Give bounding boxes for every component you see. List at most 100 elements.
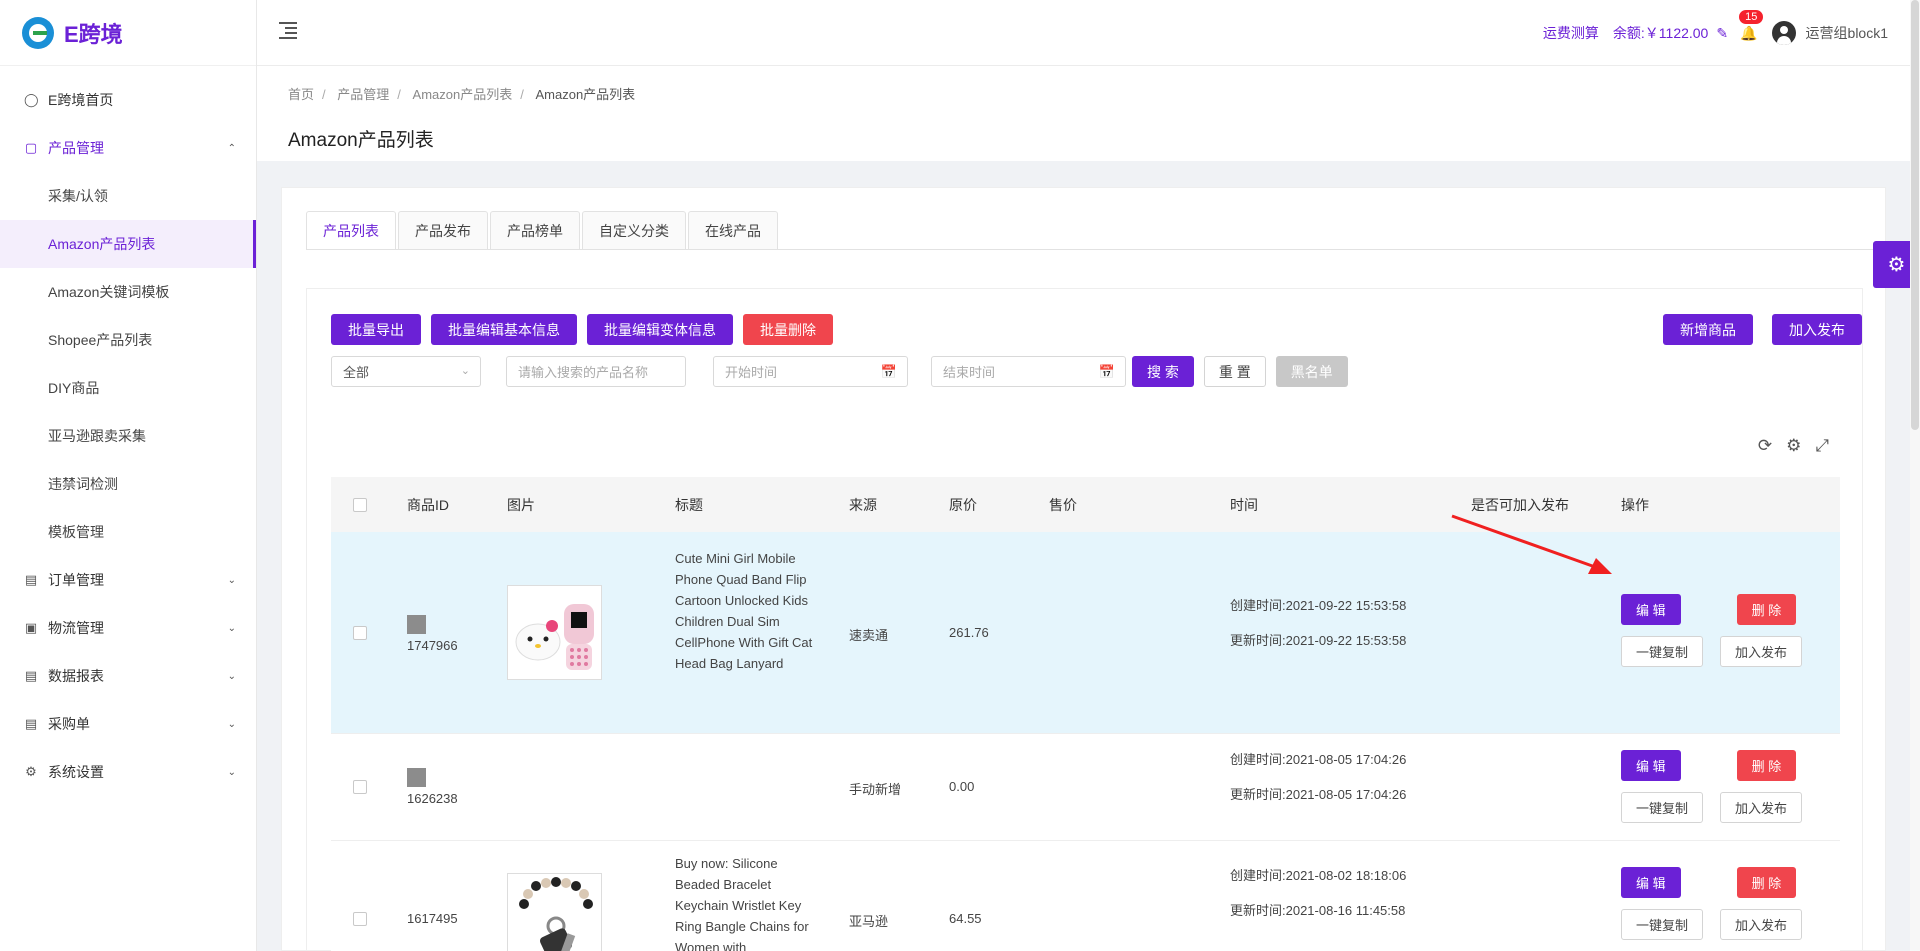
sidebar-item-orders[interactable]: ▤ 订单管理 ⌄ [0, 556, 256, 604]
original-price: 64.55 [949, 911, 982, 926]
add-publish-button[interactable]: 加入发布 [1772, 314, 1862, 345]
sku-color-swatch [407, 768, 426, 787]
actions-cell: 编 辑 删 除 一键复制 加入发布 [1621, 750, 1803, 823]
product-id-cell: 1747966 [407, 615, 458, 653]
row-checkbox[interactable] [353, 626, 367, 640]
select-all-checkbox[interactable] [353, 497, 367, 512]
add-publish-row-button[interactable]: 加入发布 [1720, 636, 1803, 667]
breadcrumb-amazon-list[interactable]: Amazon产品列表 [413, 87, 513, 102]
product-image[interactable] [507, 585, 602, 680]
tab-custom-category[interactable]: 自定义分类 [582, 211, 686, 249]
tab-online-products[interactable]: 在线产品 [688, 211, 778, 249]
add-publish-row-button[interactable]: 加入发布 [1720, 909, 1803, 940]
sidebar-subitem-label: Amazon关键词模板 [48, 284, 170, 300]
reset-button[interactable]: 重 置 [1203, 356, 1266, 387]
sidebar-item-label: 数据报表 [48, 668, 104, 684]
col-time: 时间 [1230, 496, 1258, 513]
fullscreen-icon[interactable]: ⤢ [1815, 436, 1829, 456]
product-image[interactable] [507, 873, 602, 951]
breadcrumb-home[interactable]: 首页 [288, 87, 314, 102]
avatar[interactable] [1771, 21, 1796, 45]
start-time-input[interactable]: 开始时间 📅 [713, 356, 908, 387]
actions-cell: 编 辑 删 除 一键复制 加入发布 [1621, 594, 1803, 667]
batch-export-button[interactable]: 批量导出 [331, 314, 421, 345]
logo[interactable]: E跨境 [0, 0, 256, 66]
sidebar-item-label: 产品管理 [48, 140, 104, 156]
scrollbar-thumb[interactable] [1911, 0, 1919, 430]
delete-button[interactable]: 删 除 [1736, 867, 1797, 898]
sidebar-item-reports[interactable]: ▤ 数据报表 ⌄ [0, 652, 256, 700]
one-click-copy-button[interactable]: 一键复制 [1621, 792, 1704, 823]
batch-edit-basic-button[interactable]: 批量编辑基本信息 [431, 314, 577, 345]
batch-edit-variant-button[interactable]: 批量编辑变体信息 [587, 314, 733, 345]
username[interactable]: 运营组block1 [1806, 23, 1888, 43]
refresh-icon[interactable]: ⟳ [1758, 436, 1772, 456]
cost-calc-link[interactable]: 运费测算 [1543, 23, 1599, 43]
logo-text: E跨境 [64, 21, 123, 47]
edit-pen-icon[interactable]: ✎ [1716, 25, 1728, 42]
blacklist-button[interactable]: 黑名单 [1275, 356, 1348, 387]
table-header: 商品ID 图片 标题 来源 原价 售价 时间 是否可加入发布 操作 [331, 477, 1840, 532]
page-scrollbar[interactable] [1910, 0, 1920, 951]
product-source: 亚马逊 [849, 914, 889, 929]
notification-badge: 15 [1738, 8, 1765, 25]
end-time-input[interactable]: 结束时间 📅 [931, 356, 1126, 387]
breadcrumb-product-management[interactable]: 产品管理 [337, 87, 389, 102]
product-search-input[interactable]: 请输入搜索的产品名称 [506, 356, 686, 387]
edit-button[interactable]: 编 辑 [1621, 867, 1681, 898]
sidebar-subitem-diy[interactable]: DIY商品 [0, 364, 256, 412]
col-can-publish: 是否可加入发布 [1471, 496, 1569, 513]
sidebar-item-label: 订单管理 [48, 572, 104, 588]
column-settings-icon[interactable]: ⚙ [1786, 436, 1801, 456]
product-list-panel: 批量导出 批量编辑基本信息 批量编辑变体信息 批量删除 新增商品 加入发布 全部… [306, 288, 1863, 951]
row-checkbox[interactable] [353, 780, 367, 794]
one-click-copy-button[interactable]: 一键复制 [1621, 909, 1704, 940]
table-row: 1617495 Buy now: Silicone Beaded Bracele… [331, 841, 1840, 951]
notification-bell[interactable]: 🔔 15 [1738, 8, 1765, 42]
tab-product-list[interactable]: 产品列表 [306, 211, 396, 249]
sidebar-subitem-amazon-follow[interactable]: 亚马逊跟卖采集 [0, 412, 256, 460]
sidebar-item-settings[interactable]: ⚙ 系统设置 ⌄ [0, 748, 256, 796]
sidebar-subitem-amazon-keyword-templates[interactable]: Amazon关键词模板 [0, 268, 256, 316]
batch-delete-button[interactable]: 批量删除 [743, 314, 833, 345]
filter-bar: 全部 ⌄ 请输入搜索的产品名称 开始时间 📅 结束时间 📅 搜 索 重 置 黑名… [331, 356, 1348, 387]
sidebar-item-label: 系统设置 [48, 764, 104, 780]
chevron-down-icon: ⌄ [227, 718, 236, 730]
status-select-value: 全部 [343, 365, 370, 380]
status-select[interactable]: 全部 ⌄ [331, 356, 481, 387]
add-product-button[interactable]: 新增商品 [1663, 314, 1753, 345]
sidebar-subitem-templates[interactable]: 模板管理 [0, 508, 256, 556]
sidebar-item-home[interactable]: ◯ E跨境首页 [0, 76, 256, 124]
col-original-price: 原价 [949, 496, 977, 513]
row-checkbox[interactable] [353, 912, 367, 926]
product-id: 1626238 [407, 791, 458, 806]
one-click-copy-button[interactable]: 一键复制 [1621, 636, 1704, 667]
calendar-icon: 📅 [880, 364, 897, 379]
search-button[interactable]: 搜 索 [1132, 356, 1194, 387]
content-card: 产品列表 产品发布 产品榜单 自定义分类 在线产品 批量导出 批量编辑基本信息 … [281, 187, 1886, 951]
product-title: Buy now: Silicone Beaded Bracelet Keycha… [675, 856, 809, 951]
sidebar-item-product-management[interactable]: ▢ 产品管理 ⌃ [0, 124, 256, 172]
product-source: 速卖通 [849, 628, 889, 643]
menu-fold-icon[interactable] [279, 22, 297, 39]
gear-icon: ⚙ [25, 764, 37, 779]
sidebar-subitem-collect[interactable]: 采集/认领 [0, 172, 256, 220]
top-header: 运费测算 余额:￥1122.00 ✎ 🔔 15 运营组block1 [257, 0, 1920, 66]
edit-button[interactable]: 编 辑 [1621, 750, 1681, 781]
sidebar-subitem-amazon-products[interactable]: Amazon产品列表 [0, 220, 256, 268]
sidebar-item-logistics[interactable]: ▣ 物流管理 ⌄ [0, 604, 256, 652]
truck-icon: ▣ [24, 620, 38, 635]
sidebar-item-purchase[interactable]: ▤ 采购单 ⌄ [0, 700, 256, 748]
delete-button[interactable]: 删 除 [1736, 594, 1797, 625]
sidebar-subitem-shopee-products[interactable]: Shopee产品列表 [0, 316, 256, 364]
bell-icon: 🔔 [1740, 24, 1758, 41]
sidebar-subitem-prohibited-words[interactable]: 违禁词检测 [0, 460, 256, 508]
toolbar-right: 新增商品 加入发布 [1644, 314, 1862, 345]
add-publish-row-button[interactable]: 加入发布 [1720, 792, 1803, 823]
edit-button[interactable]: 编 辑 [1621, 594, 1681, 625]
breadcrumb: 首页 / 产品管理 / Amazon产品列表 / Amazon产品列表 [288, 87, 636, 102]
tab-divider [306, 249, 1885, 250]
tab-product-publish[interactable]: 产品发布 [398, 211, 488, 249]
delete-button[interactable]: 删 除 [1736, 750, 1797, 781]
tab-product-ranking[interactable]: 产品榜单 [490, 211, 580, 249]
